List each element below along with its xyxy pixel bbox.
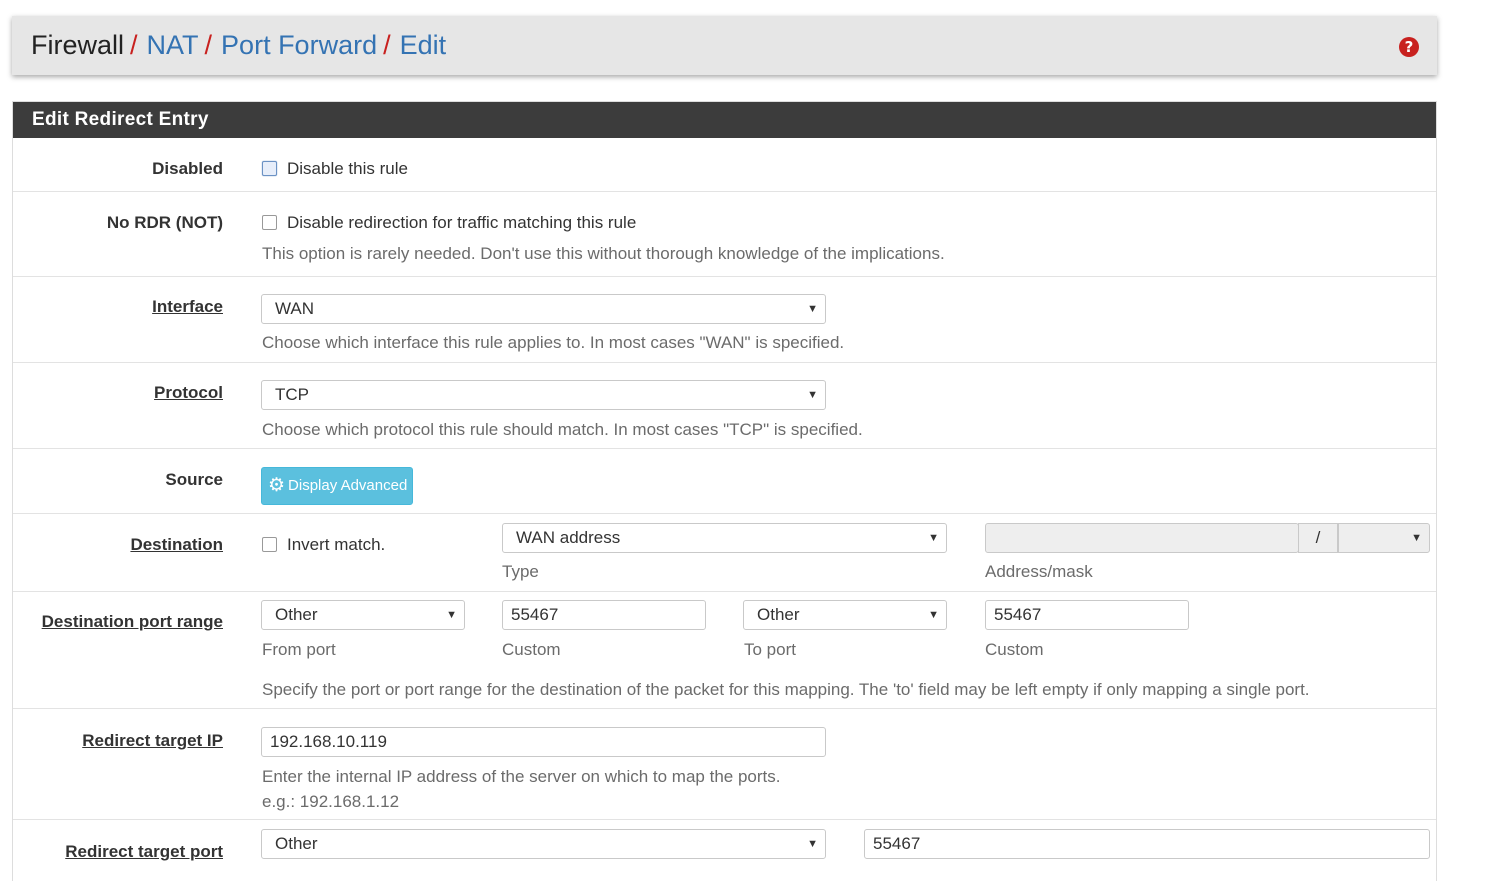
breadcrumb-firewall[interactable]: Firewall bbox=[31, 30, 124, 61]
breadcrumb-separator: / bbox=[383, 30, 391, 60]
gear-icon: ⚙ bbox=[268, 475, 286, 496]
help-icon[interactable]: ? bbox=[1399, 37, 1419, 57]
chevron-down-icon: ▼ bbox=[807, 838, 818, 850]
interface-select[interactable]: WAN ▼ bbox=[261, 294, 826, 324]
interface-help: Choose which interface this rule applies… bbox=[262, 333, 845, 352]
chevron-down-icon: ▼ bbox=[446, 609, 457, 621]
breadcrumb: Firewall / NAT / Port Forward / Edit ? bbox=[12, 16, 1437, 75]
nordr-help: This option is rarely needed. Don't use … bbox=[262, 244, 945, 263]
redirect-ip-input[interactable]: 192.168.10.119 bbox=[261, 727, 826, 757]
redirect-port-custom-input[interactable]: 55467 bbox=[864, 829, 1430, 859]
from-custom-caption: Custom bbox=[502, 640, 561, 659]
redirect-port-select[interactable]: Other ▼ bbox=[261, 829, 826, 859]
chevron-down-icon: ▼ bbox=[1411, 532, 1422, 544]
destination-label[interactable]: Destination bbox=[130, 535, 223, 555]
chevron-down-icon: ▼ bbox=[928, 609, 939, 621]
row-nordr: No RDR (NOT) Disable redirection for tra… bbox=[13, 192, 1436, 277]
from-port-caption: From port bbox=[262, 640, 336, 659]
protocol-help: Choose which protocol this rule should m… bbox=[262, 420, 863, 439]
protocol-value: TCP bbox=[275, 385, 309, 404]
to-custom-caption: Custom bbox=[985, 640, 1044, 659]
nordr-text: Disable redirection for traffic matching… bbox=[287, 213, 637, 232]
chevron-down-icon: ▼ bbox=[928, 532, 939, 544]
row-disabled: Disabled Disable this rule bbox=[13, 138, 1436, 192]
row-destination: Destination Invert match. WAN address ▼ … bbox=[13, 514, 1436, 592]
invert-match-text: Invert match. bbox=[287, 535, 386, 554]
source-label: Source bbox=[165, 470, 223, 489]
disable-rule-checkbox[interactable] bbox=[262, 161, 277, 176]
protocol-label[interactable]: Protocol bbox=[154, 383, 223, 403]
from-port-value: Other bbox=[275, 605, 318, 624]
to-port-value: Other bbox=[757, 605, 800, 624]
to-port-custom-input[interactable]: 55467 bbox=[985, 600, 1189, 630]
breadcrumb-nat[interactable]: NAT bbox=[147, 30, 199, 61]
display-advanced-button[interactable]: ⚙ Display Advanced bbox=[261, 467, 414, 505]
disabled-label: Disabled bbox=[152, 159, 223, 178]
breadcrumb-separator: / bbox=[130, 30, 138, 60]
row-dest-port-range: Destination port range Other ▼ From port… bbox=[13, 592, 1436, 709]
mask-separator: / bbox=[1298, 523, 1338, 553]
protocol-select[interactable]: TCP ▼ bbox=[261, 380, 826, 410]
nordr-checkbox[interactable] bbox=[262, 215, 277, 230]
panel-title: Edit Redirect Entry bbox=[13, 102, 1436, 138]
to-port-select[interactable]: Other ▼ bbox=[743, 600, 947, 630]
row-source: Source ⚙ Display Advanced bbox=[13, 449, 1436, 514]
breadcrumb-edit[interactable]: Edit bbox=[400, 30, 447, 61]
redirect-ip-help: Enter the internal IP address of the ser… bbox=[262, 767, 781, 786]
interface-label[interactable]: Interface bbox=[152, 297, 223, 317]
address-mask-caption: Address/mask bbox=[985, 562, 1093, 581]
edit-redirect-panel: Edit Redirect Entry Disabled Disable thi… bbox=[12, 101, 1437, 881]
invert-match-checkbox[interactable] bbox=[262, 537, 277, 552]
destination-type-value: WAN address bbox=[516, 528, 621, 547]
breadcrumb-port-forward[interactable]: Port Forward bbox=[221, 30, 377, 61]
row-redirect-ip: Redirect target IP 192.168.10.119 Enter … bbox=[13, 709, 1436, 820]
destination-address-input[interactable] bbox=[985, 523, 1299, 553]
dest-port-range-label[interactable]: Destination port range bbox=[42, 612, 223, 632]
destination-type-caption: Type bbox=[502, 562, 539, 581]
row-interface: Interface WAN ▼ Choose which interface t… bbox=[13, 277, 1436, 363]
breadcrumb-separator: / bbox=[204, 30, 213, 60]
redirect-port-value: Other bbox=[275, 834, 318, 853]
nordr-label: No RDR (NOT) bbox=[106, 213, 223, 232]
row-redirect-port: Redirect target port Other ▼ 55467 bbox=[13, 820, 1436, 880]
from-port-select[interactable]: Other ▼ bbox=[261, 600, 465, 630]
destination-type-select[interactable]: WAN address ▼ bbox=[502, 523, 947, 553]
redirect-ip-example: e.g.: 192.168.1.12 bbox=[262, 792, 400, 811]
chevron-down-icon: ▼ bbox=[807, 303, 818, 315]
row-protocol: Protocol TCP ▼ Choose which protocol thi… bbox=[13, 363, 1436, 449]
disable-rule-text: Disable this rule bbox=[287, 159, 408, 178]
to-port-caption: To port bbox=[744, 640, 796, 659]
interface-value: WAN bbox=[275, 299, 315, 318]
destination-mask-select[interactable]: ▼ bbox=[1338, 523, 1430, 553]
redirect-port-label[interactable]: Redirect target port bbox=[65, 842, 223, 862]
display-advanced-label: Display Advanced bbox=[288, 477, 408, 494]
from-port-custom-input[interactable]: 55467 bbox=[502, 600, 706, 630]
chevron-down-icon: ▼ bbox=[807, 389, 818, 401]
dest-port-help: Specify the port or port range for the d… bbox=[262, 680, 1310, 699]
redirect-ip-label[interactable]: Redirect target IP bbox=[82, 731, 223, 751]
